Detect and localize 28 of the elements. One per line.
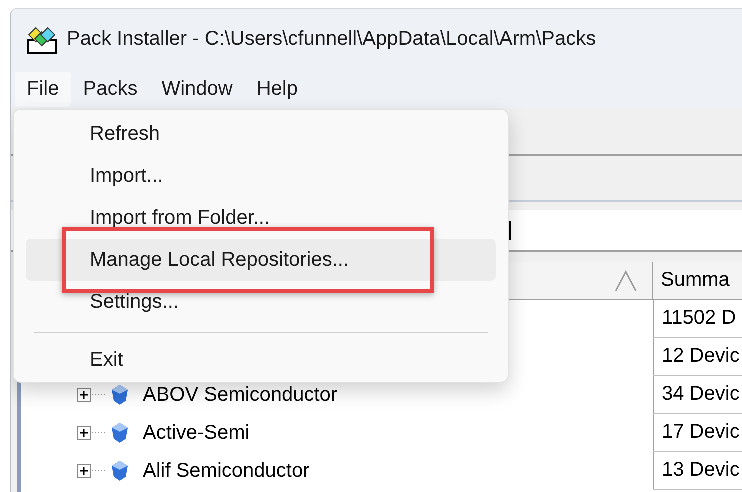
table-cell: 34 Devic [653, 376, 742, 414]
expand-icon[interactable] [77, 464, 107, 478]
tree-item[interactable]: Active-Semi [143, 422, 250, 444]
table-cell: 11502 D [653, 300, 742, 338]
menu-item[interactable]: Packs [71, 72, 150, 106]
gem-icon [111, 422, 129, 444]
expand-icon[interactable] [77, 426, 107, 440]
window-title: Pack Installer - C:\Users\cfunnell\AppData\Local\Arm\Packs [67, 28, 596, 51]
menu-item[interactable]: Import... [26, 155, 496, 197]
app-icon [27, 26, 57, 54]
menu-item[interactable]: Help [244, 72, 310, 106]
column-header[interactable]: Summa [653, 262, 742, 300]
menu-item[interactable]: Manage Local Repositories... [26, 239, 496, 281]
tree-item[interactable]: Alif Semiconductor [143, 460, 310, 482]
table-cell: 13 Devic [653, 452, 742, 490]
tree-item[interactable]: ABOV Semiconductor [143, 384, 338, 406]
expand-icon[interactable] [77, 388, 107, 402]
menu-item[interactable]: Exit [26, 339, 496, 381]
menu-item[interactable]: Window [150, 72, 245, 106]
gem-icon [111, 460, 129, 482]
gem-icon [111, 384, 129, 406]
menu-item[interactable]: Refresh [26, 113, 496, 155]
table-cell: 17 Devic [653, 414, 742, 452]
menu-item[interactable]: Settings... [26, 281, 496, 323]
menu-item[interactable]: Import from Folder... [26, 197, 496, 239]
table-cell: 12 Devic [653, 338, 742, 376]
menu-item[interactable]: File [15, 72, 72, 106]
sort-icon [614, 270, 638, 292]
